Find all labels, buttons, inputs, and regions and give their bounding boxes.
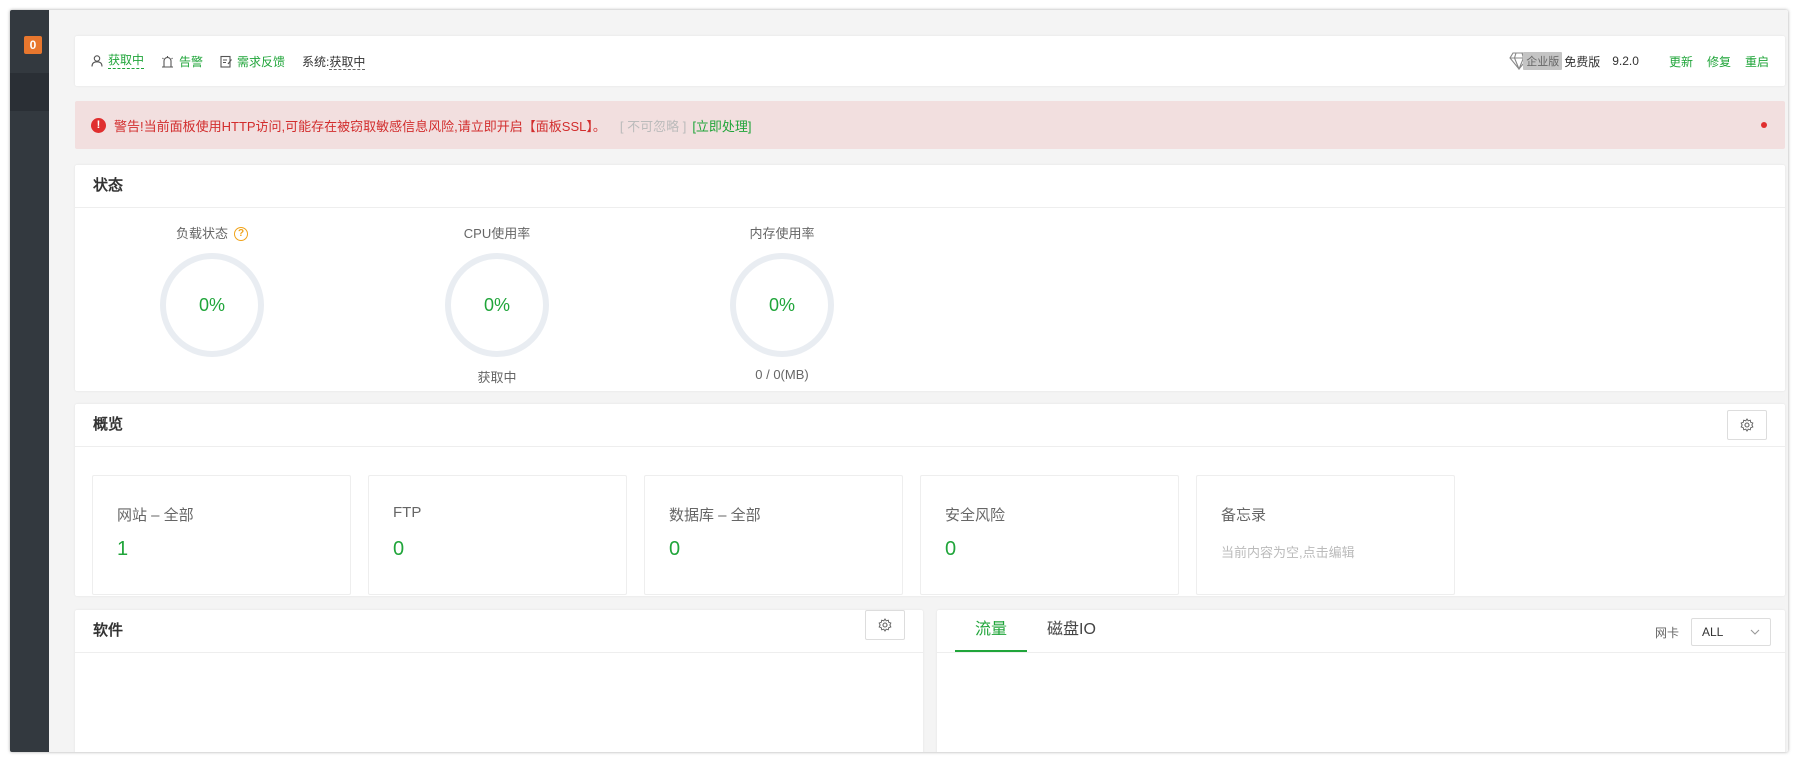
cpu-gauge[interactable]: CPU使用率 0% 获取中	[422, 223, 572, 386]
user-icon	[91, 55, 103, 67]
overview-card: 概览 网站 – 全部 1 FTP 0 数据库 – 全部 0 安全风险 0 备忘录…	[75, 404, 1785, 596]
repair-link[interactable]: 修复	[1707, 53, 1731, 70]
enterprise-badge[interactable]: 企业版	[1509, 52, 1563, 70]
overview-label: 安全风险	[945, 507, 1006, 524]
traffic-card: 流量 磁盘IO 网卡 ALL	[937, 610, 1785, 752]
gauge-value: 0%	[198, 294, 225, 315]
gauge-ring: 0%	[445, 253, 549, 357]
ssl-warning-banner: ! 警告!当前面板使用HTTP访问,可能存在被窃取敏感信息风险,请立即开启【面板…	[75, 101, 1785, 149]
gauge-title: 内存使用率	[749, 226, 815, 241]
overview-value: 0	[393, 538, 405, 560]
user-status[interactable]: 获取中	[91, 53, 145, 69]
warning-dot	[1761, 122, 1767, 128]
version-label: 9.2.0	[1612, 54, 1639, 68]
system-value: 获取中	[329, 54, 366, 70]
warning-ignore-label: [ 不可忽略 ]	[619, 118, 687, 134]
tab-disk-io[interactable]: 磁盘IO	[1027, 610, 1116, 652]
overview-label: 备忘录	[1221, 507, 1267, 524]
divider	[937, 652, 1785, 653]
overview-value: 0	[669, 538, 681, 560]
edit-note-icon	[220, 55, 232, 68]
warning-text: 警告!当前面板使用HTTP访问,可能存在被窃取敏感信息风险,请立即开启【面板SS…	[114, 118, 606, 134]
divider	[75, 652, 923, 653]
help-icon[interactable]: ?	[234, 227, 248, 241]
system-info[interactable]: 系统:获取中	[302, 53, 366, 70]
gauge-subtext: 获取中	[477, 370, 517, 385]
overview-box-databases[interactable]: 数据库 – 全部 0	[644, 475, 903, 595]
feedback-label: 需求反馈	[237, 54, 286, 69]
memory-gauge[interactable]: 内存使用率 0% 0 / 0(MB)	[707, 223, 857, 382]
status-card: 状态 负载状态 ? 0% CPU使用率 0% 获取中 内存使用率 0% 0 / …	[75, 165, 1785, 391]
overview-value: 1	[117, 538, 129, 560]
sidebar: 0	[10, 10, 49, 752]
gauge-value: 0%	[768, 294, 795, 315]
overview-box-websites[interactable]: 网站 – 全部 1	[92, 475, 351, 595]
top-bar: 获取中 告警 需求反馈 系统:获取中 企业版 免费版 9.2.0 更新 修复 重…	[75, 36, 1785, 86]
tab-traffic[interactable]: 流量	[955, 610, 1028, 652]
gear-icon	[1740, 418, 1754, 432]
main-content: 获取中 告警 需求反馈 系统:获取中 企业版 免费版 9.2.0 更新 修复 重…	[49, 10, 1788, 752]
user-status-label: 获取中	[108, 53, 145, 69]
gauge-value: 0%	[483, 294, 510, 315]
overview-settings-button[interactable]	[1727, 410, 1767, 440]
divider	[75, 207, 1785, 208]
gauge-ring: 0%	[730, 253, 834, 357]
software-title: 软件	[93, 622, 124, 639]
update-link[interactable]: 更新	[1669, 53, 1693, 70]
software-settings-button[interactable]	[865, 610, 905, 640]
nic-label: 网卡	[1654, 625, 1679, 640]
gauge-ring: 0%	[160, 253, 264, 357]
alarm-icon	[162, 55, 174, 68]
chevron-down-icon	[1750, 629, 1760, 635]
overview-label: FTP	[393, 504, 422, 521]
overview-box-ftp[interactable]: FTP 0	[368, 475, 627, 595]
gauge-title: CPU使用率	[463, 226, 531, 241]
warning-icon: !	[91, 117, 106, 133]
panel-window: 0 获取中 告警 需求反馈 系统:获取中 企业版 免费版 9.2.0 更新 修复…	[10, 10, 1788, 752]
memo-placeholder[interactable]: 当前内容为空,点击编辑	[1221, 542, 1355, 561]
gauge-title: 负载状态	[175, 226, 228, 241]
load-gauge[interactable]: 负载状态 ? 0%	[137, 223, 287, 367]
sidebar-active-item[interactable]	[10, 73, 49, 111]
divider	[75, 446, 1785, 447]
gauge-subtext: 0 / 0(MB)	[755, 367, 809, 382]
overview-value: 0	[945, 538, 957, 560]
warning-action-link[interactable]: [立即处理]	[692, 116, 751, 135]
nic-select[interactable]: ALL	[1691, 618, 1771, 646]
overview-box-security[interactable]: 安全风险 0	[920, 475, 1179, 595]
overview-title: 概览	[93, 416, 124, 433]
free-edition-label: 免费版	[1564, 54, 1601, 69]
overview-box-memo[interactable]: 备忘录 当前内容为空,点击编辑	[1196, 475, 1455, 595]
traffic-tabs: 流量 磁盘IO	[955, 610, 1116, 652]
feedback-link[interactable]: 需求反馈	[220, 53, 285, 70]
software-card: 软件	[75, 610, 923, 752]
notification-badge[interactable]: 0	[24, 36, 42, 54]
enterprise-label: 企业版	[1523, 52, 1563, 70]
overview-label: 网站 – 全部	[117, 507, 194, 524]
status-title: 状态	[93, 177, 124, 194]
nic-selected-value: ALL	[1702, 625, 1724, 639]
gear-icon	[878, 618, 892, 632]
nic-selector: 网卡 ALL	[1655, 618, 1771, 646]
alert-label: 告警	[179, 54, 204, 69]
alert-link[interactable]: 告警	[161, 53, 203, 70]
restart-link[interactable]: 重启	[1745, 53, 1769, 70]
system-label: 系统:	[302, 54, 330, 69]
overview-label: 数据库 – 全部	[669, 507, 761, 524]
